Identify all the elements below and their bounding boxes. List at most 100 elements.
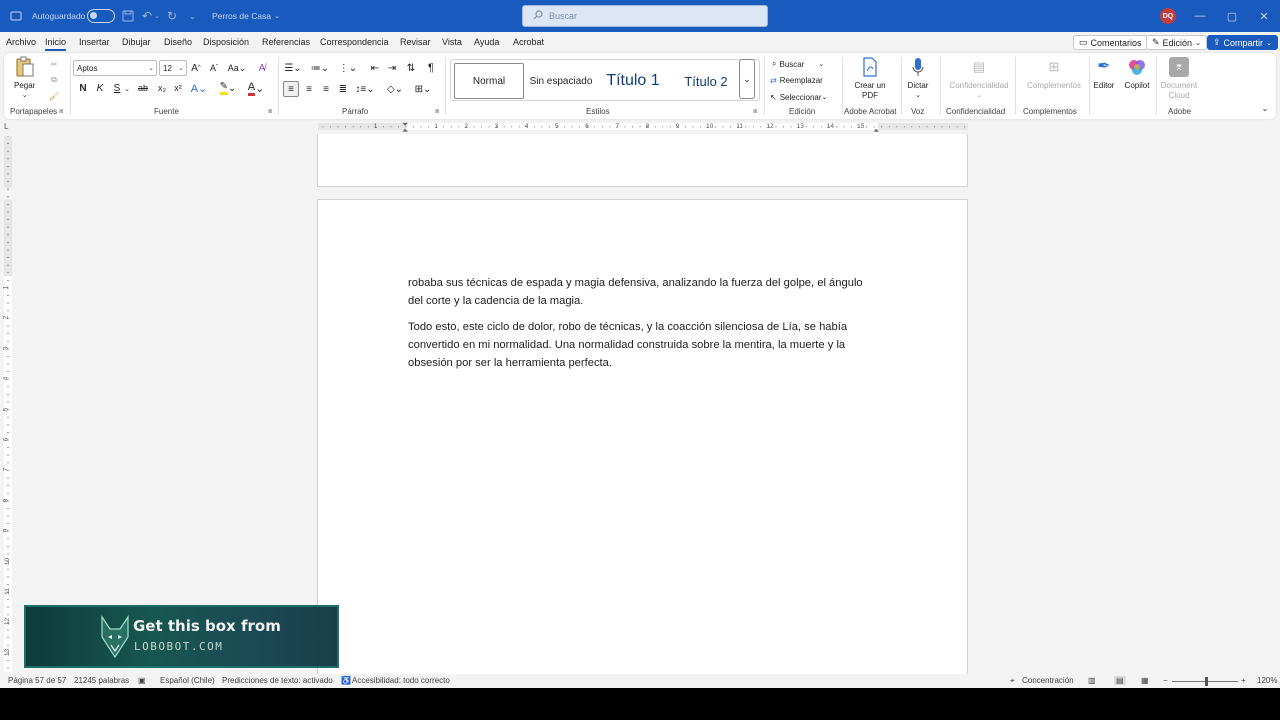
undo-dropdown-icon[interactable]: ⌄ [154, 0, 160, 32]
font-size-select[interactable]: 12 ⌄ [159, 60, 187, 76]
tab-referencias[interactable]: Referencias [262, 37, 310, 47]
decrease-indent-icon[interactable]: ⇤ [368, 61, 382, 75]
zoom-out-icon[interactable]: − [1163, 676, 1168, 685]
accessibility-status[interactable]: Accesibilidad: todo correcto [352, 676, 450, 685]
dialog-launcher-icon[interactable]: ⧈ [268, 108, 272, 116]
body-paragraph[interactable]: Todo esto, este ciclo de dolor, robo de … [408, 318, 878, 372]
bold-icon[interactable]: N [77, 81, 89, 95]
focus-mode-button[interactable]: Concentración [1022, 676, 1074, 685]
bullets-icon[interactable]: ☰⌄ [283, 61, 303, 75]
justify-icon[interactable]: ≣ [336, 81, 350, 97]
tab-insertar[interactable]: Insertar [79, 37, 110, 47]
numbering-icon[interactable]: ≔⌄ [310, 61, 330, 75]
tab-vista[interactable]: Vista [442, 37, 462, 47]
horizontal-ruler[interactable]: 1 1 2 3 4 5 6 7 8 9 10 11 12 13 14 15 ⏷ ⏶ ⏶ [318, 120, 968, 135]
word-count[interactable]: 21245 palabras [74, 676, 129, 685]
confidentiality-button[interactable]: ▤ Confidencialidad ⌄ [942, 57, 1016, 101]
tab-selector-icon[interactable]: L [4, 122, 8, 131]
italic-icon[interactable]: K [94, 81, 106, 95]
zoom-level[interactable]: 120% [1257, 676, 1277, 685]
align-left-icon[interactable]: ≡ [283, 81, 299, 97]
promo-banner[interactable]: Get this box from LOBOBOT.COM [24, 605, 339, 668]
addins-button[interactable]: ⊞ Complementos [1018, 57, 1090, 91]
page-count[interactable]: Página 57 de 57 [8, 676, 66, 685]
customize-toolbar-icon[interactable]: ⌄ [189, 0, 196, 32]
comments-button[interactable]: ▭ Comentarios [1073, 35, 1148, 50]
tab-disposicion[interactable]: Disposición [203, 37, 249, 47]
minimize-icon[interactable]: — [1184, 0, 1216, 32]
zoom-slider-thumb[interactable] [1205, 677, 1208, 686]
previous-page[interactable] [317, 134, 968, 187]
editing-mode-button[interactable]: ✎ Edición ⌄ [1146, 35, 1207, 50]
web-layout-icon[interactable]: ▦ [1141, 676, 1149, 685]
share-button[interactable]: ⇪ Compartir ⌄ [1207, 35, 1278, 50]
change-case-icon[interactable]: Aa⌄ [228, 61, 247, 75]
underline-icon[interactable]: S [111, 81, 123, 95]
replace-button[interactable]: ⇄ Reemplazar [770, 73, 823, 87]
cut-icon[interactable]: ✂ [48, 58, 60, 70]
document-canvas[interactable]: robaba sus técnicas de espada y magia de… [14, 134, 1280, 674]
style-heading-2[interactable]: Título 2 [671, 63, 741, 99]
document-cloud-button[interactable]: ⌆ Document Cloud [1158, 57, 1200, 101]
avatar[interactable]: DQ [1160, 8, 1176, 24]
copy-icon[interactable]: ⧉ [48, 74, 60, 86]
select-button[interactable]: ↖ Seleccionar ⌄ [770, 90, 827, 104]
grow-font-icon[interactable]: A ^ [190, 61, 202, 75]
create-pdf-button[interactable]: Crear un PDF [852, 57, 888, 101]
align-center-icon[interactable]: ≡ [302, 81, 316, 97]
text-effects-icon[interactable]: A⌄ [190, 81, 208, 95]
dictate-button[interactable]: Dictar ⌄ [906, 57, 930, 101]
dialog-launcher-icon[interactable]: ⧈ [59, 108, 63, 116]
search-input[interactable]: Buscar [522, 5, 768, 27]
increase-indent-icon[interactable]: ⇥ [385, 61, 399, 75]
language-status[interactable]: Español (Chile) [160, 676, 215, 685]
maximize-icon[interactable]: ▢ [1216, 0, 1248, 32]
tab-revisar[interactable]: Revisar [400, 37, 431, 47]
tab-ayuda[interactable]: Ayuda [474, 37, 499, 47]
collapse-ribbon-icon[interactable]: ⌄ [1260, 103, 1270, 113]
strikethrough-icon[interactable]: ab [136, 81, 150, 95]
style-normal[interactable]: Normal [454, 63, 524, 99]
print-layout-icon[interactable]: ▤ [1114, 676, 1126, 685]
copilot-button[interactable]: Copilot [1122, 57, 1152, 91]
highlight-color-icon[interactable]: ✎ ⌄ [218, 81, 238, 95]
word-app-icon[interactable] [10, 0, 22, 32]
tab-acrobat[interactable]: Acrobat [513, 37, 544, 47]
shading-icon[interactable]: ◇⌄ [384, 81, 406, 97]
save-icon[interactable] [122, 0, 134, 32]
redo-icon[interactable]: ↻ [167, 0, 177, 32]
font-color-icon[interactable]: A ⌄ [246, 81, 266, 96]
show-formatting-marks-icon[interactable]: ¶ [424, 61, 438, 75]
line-spacing-icon[interactable]: ↕≡⌄ [355, 81, 375, 97]
tab-archivo[interactable]: Archivo [6, 37, 36, 47]
align-right-icon[interactable]: ≡ [319, 81, 333, 97]
superscript-icon[interactable]: x² [172, 81, 184, 95]
vertical-ruler[interactable]: 1 2 3 4 5 6 7 8 9 10 11 12 13 [2, 136, 13, 672]
current-page[interactable]: robaba sus técnicas de espada y magia de… [317, 199, 968, 674]
editor-button[interactable]: ✒ Editor [1092, 57, 1116, 91]
chevron-down-icon[interactable]: ⌄ [123, 83, 131, 95]
tab-diseno[interactable]: Diseño [164, 37, 192, 47]
autosave-toggle[interactable] [87, 0, 115, 32]
body-paragraph[interactable]: robaba sus técnicas de espada y magia de… [408, 274, 878, 310]
document-name[interactable]: Perros de Casa ⌄ [212, 0, 280, 32]
style-no-spacing[interactable]: Sin espaciado [527, 63, 595, 99]
borders-icon[interactable]: ⊞⌄ [412, 81, 434, 97]
tab-inicio[interactable]: Inicio [45, 37, 67, 51]
clear-formatting-icon[interactable]: A̸ [255, 61, 269, 75]
multilevel-list-icon[interactable]: ⋮⌄ [338, 61, 358, 75]
dialog-launcher-icon[interactable]: ⧈ [435, 108, 439, 116]
proofing-icon[interactable]: ▣ [138, 676, 146, 685]
format-painter-icon[interactable]: 🖌 [48, 90, 60, 102]
styles-more-icon[interactable]: ⌄ [739, 59, 755, 99]
shrink-font-icon[interactable]: Aˇ [208, 61, 220, 75]
text-predictions-status[interactable]: Predicciones de texto: activado [222, 676, 333, 685]
undo-icon[interactable]: ↶ [142, 0, 152, 32]
close-icon[interactable]: ✕ [1248, 0, 1280, 32]
style-heading-1[interactable]: Título 1 [599, 63, 667, 99]
dialog-launcher-icon[interactable]: ⧈ [753, 108, 757, 116]
sort-icon[interactable]: ⇅ [404, 61, 418, 75]
font-name-select[interactable]: Aptos ⌄ [73, 60, 157, 76]
zoom-in-icon[interactable]: + [1241, 676, 1246, 685]
paste-button[interactable]: Pegar ⌄ [14, 56, 35, 101]
